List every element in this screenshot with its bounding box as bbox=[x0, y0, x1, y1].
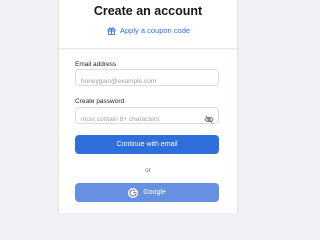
or-divider: or bbox=[145, 167, 151, 174]
google-signin-button[interactable]: Google bbox=[75, 183, 219, 202]
password-field[interactable] bbox=[76, 112, 205, 127]
google-button-label: Google bbox=[143, 189, 166, 196]
email-field[interactable] bbox=[76, 74, 205, 89]
email-field-box bbox=[75, 69, 219, 89]
password-field-box bbox=[75, 107, 219, 127]
google-logo-icon bbox=[128, 187, 139, 198]
email-label: Email address bbox=[75, 61, 117, 68]
page-title: Create an account bbox=[93, 4, 203, 18]
password-label: Create password bbox=[75, 98, 125, 105]
signup-card: Create an account Apply a coupon code Em… bbox=[58, 0, 238, 213]
gift-icon bbox=[107, 22, 116, 40]
eye-off-icon[interactable] bbox=[204, 111, 214, 124]
apply-coupon-label: Apply a coupon code bbox=[120, 26, 191, 35]
card-header: Create an account Apply a coupon code bbox=[59, 0, 237, 49]
apply-coupon-link[interactable]: Apply a coupon code bbox=[107, 25, 190, 37]
continue-with-email-button[interactable]: Continue with email bbox=[75, 135, 219, 154]
